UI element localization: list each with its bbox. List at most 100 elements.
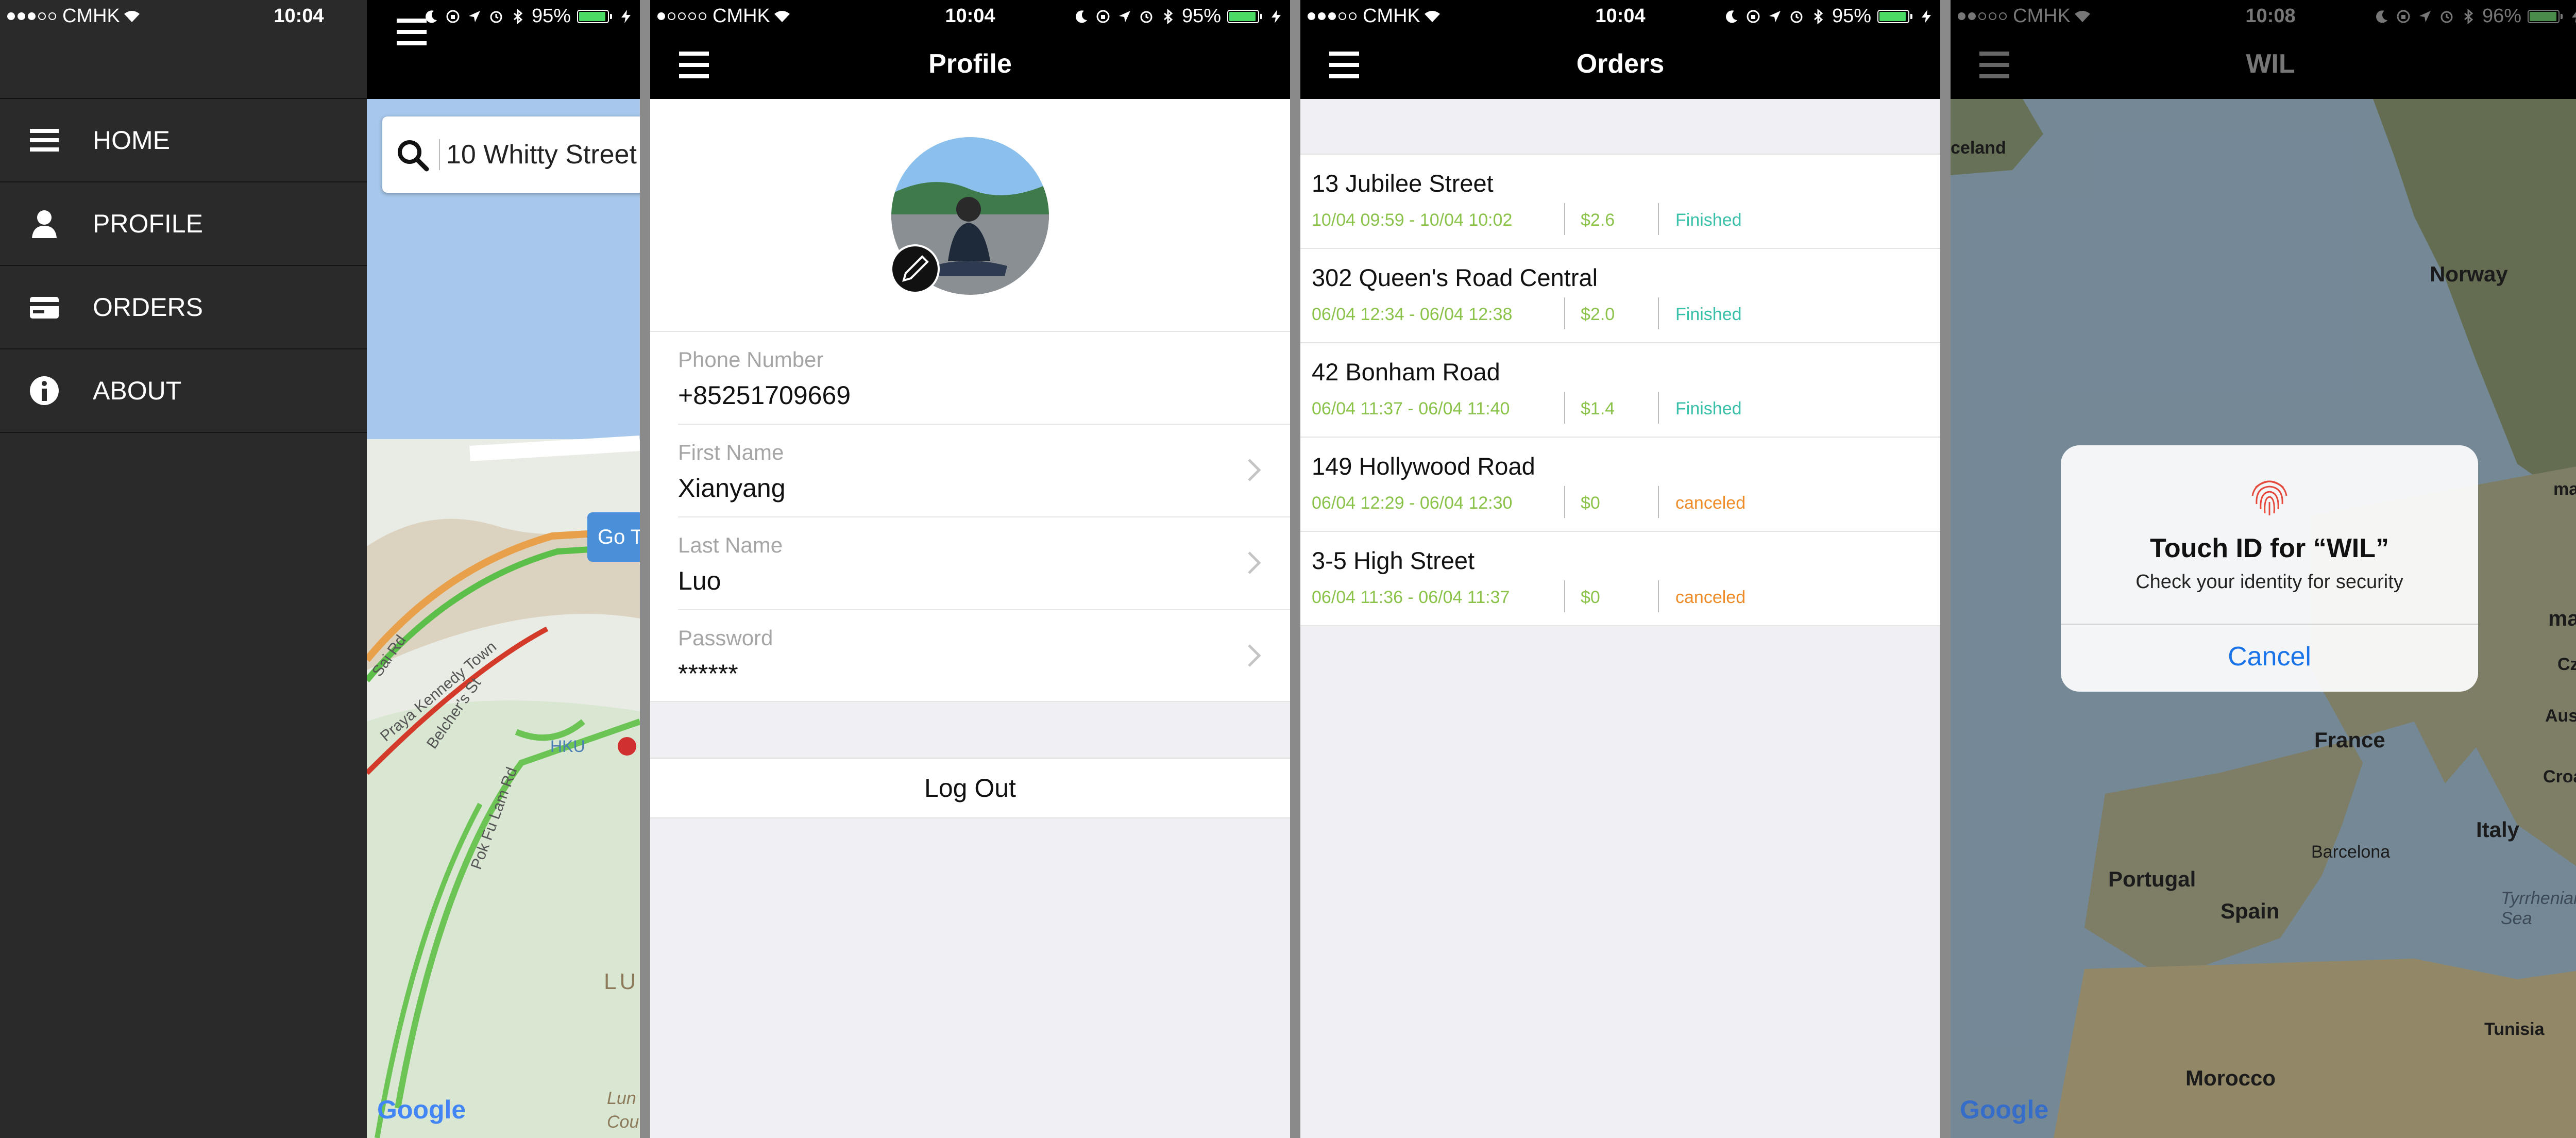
divider xyxy=(1658,297,1659,329)
field-label: Password xyxy=(678,626,773,650)
profile-fields: Phone Number +85251709669 First Name Xia… xyxy=(650,331,1290,702)
home-map[interactable]: 10 Whitty Street Go T HKU Pok Fu Lam Rd … xyxy=(364,0,640,1138)
order-status: Finished xyxy=(1675,399,1742,419)
alarm-icon xyxy=(490,11,502,23)
card-icon xyxy=(30,297,59,319)
menu-item-profile[interactable]: PROFILE xyxy=(0,182,367,266)
orders-list: 13 Jubilee Street 10/04 09:59 - 10/04 10:… xyxy=(1300,154,1940,626)
edit-avatar-button[interactable] xyxy=(890,244,940,294)
moon-icon xyxy=(1075,10,1087,23)
go-button[interactable]: Go T xyxy=(587,512,640,562)
order-address: 3-5 High Street xyxy=(1312,547,1475,574)
page-title: WIL xyxy=(2246,49,2295,79)
menu-item-about[interactable]: ABOUT xyxy=(0,349,367,433)
battery-icon xyxy=(1877,9,1912,23)
charging-icon xyxy=(1272,9,1281,23)
field-first-name[interactable]: First Name Xianyang xyxy=(678,425,1290,517)
order-row[interactable]: 3-5 High Street 06/04 11:36 - 06/04 11:37… xyxy=(1300,532,1940,626)
order-row[interactable]: 42 Bonham Road 06/04 11:37 - 06/04 11:40 $… xyxy=(1300,343,1940,438)
signal-icon xyxy=(7,12,56,20)
divider xyxy=(1564,580,1565,612)
field-last-name[interactable]: Last Name Luo xyxy=(678,517,1290,610)
status-right: 95% xyxy=(1074,5,1284,27)
status-bar: CMHK 10:04 95% xyxy=(1300,0,1940,33)
menu-label-orders: ORDERS xyxy=(93,293,203,322)
order-price: $0 xyxy=(1581,588,1600,607)
hamburger-icon xyxy=(30,129,59,152)
status-bar: CMHK 10:04 95% xyxy=(0,0,640,33)
charging-icon xyxy=(1922,9,1931,23)
order-status: Finished xyxy=(1675,305,1742,324)
screen-profile: CMHK 10:04 95% Profile Phone Number +852… xyxy=(650,0,1290,1138)
order-address: 149 Hollywood Road xyxy=(1312,453,1535,480)
password-value: ****** xyxy=(678,659,738,688)
phone-value: +85251709669 xyxy=(678,381,851,410)
touchid-dialog: Touch ID for “WIL” Check your identity f… xyxy=(2061,445,2478,692)
rotation-lock-icon xyxy=(1747,10,1760,23)
first-name-value: Xianyang xyxy=(678,474,786,503)
rotation-lock-icon xyxy=(2397,10,2410,23)
battery-percent: 95% xyxy=(1832,5,1871,27)
order-row[interactable]: 13 Jubilee Street 10/04 09:59 - 10/04 10:… xyxy=(1300,155,1940,249)
divider xyxy=(1564,203,1565,235)
rotation-lock-icon xyxy=(1096,10,1110,23)
search-input[interactable]: 10 Whitty Street xyxy=(446,139,637,170)
order-time: 10/04 09:59 - 10/04 10:02 xyxy=(1312,210,1513,230)
pencil-icon xyxy=(902,255,929,282)
location-icon xyxy=(2419,10,2431,22)
dialog-title: Touch ID for “WIL” xyxy=(2149,533,2389,563)
charging-icon xyxy=(621,9,631,23)
divider xyxy=(1658,486,1659,518)
order-time: 06/04 12:34 - 06/04 12:38 xyxy=(1312,305,1513,324)
battery-percent: 95% xyxy=(531,5,571,27)
field-phone: Phone Number +85251709669 xyxy=(678,332,1290,425)
rotation-lock-icon xyxy=(446,10,460,23)
menu-label-home: HOME xyxy=(93,126,170,155)
nav-drawer: HOME PROFILE ORDERS ABOUT xyxy=(0,0,367,1138)
divider xyxy=(1658,203,1659,235)
bluetooth-icon xyxy=(1814,8,1823,24)
drawer-header xyxy=(0,33,367,99)
bluetooth-icon xyxy=(2464,8,2473,24)
charging-icon xyxy=(2572,11,2576,23)
chevron-right-icon xyxy=(1248,644,1261,667)
nav-bar: Profile xyxy=(650,33,1290,99)
status-bar: CMHK 10:08 96% xyxy=(1951,0,2576,33)
logout-button[interactable]: Log Out xyxy=(650,758,1290,818)
moon-icon xyxy=(425,10,437,23)
battery-percent: 96% xyxy=(2482,5,2521,27)
menu-item-orders[interactable]: ORDERS xyxy=(0,266,367,349)
composite-screenshot: 10 Whitty Street Go T HKU Pok Fu Lam Rd … xyxy=(0,0,2576,1138)
last-name-value: Luo xyxy=(678,566,721,595)
status-right: 95% xyxy=(1724,5,1934,27)
google-logo: Google xyxy=(377,1095,466,1124)
field-password[interactable]: Password ****** xyxy=(678,610,1290,703)
menu-item-home[interactable]: HOME xyxy=(0,99,367,182)
order-row[interactable]: 149 Hollywood Road 06/04 12:29 - 06/04 12… xyxy=(1300,438,1940,532)
field-label: Last Name xyxy=(678,533,783,557)
page-title: Orders xyxy=(1576,49,1665,79)
order-time: 06/04 12:29 - 06/04 12:30 xyxy=(1312,493,1513,513)
nav-bar: Orders xyxy=(1300,33,1940,99)
fingerprint-icon xyxy=(2251,480,2287,515)
order-price: $1.4 xyxy=(1581,399,1615,419)
order-time: 06/04 11:37 - 06/04 11:40 xyxy=(1312,399,1510,419)
chevron-right-icon xyxy=(1248,551,1261,574)
order-address: 42 Bonham Road xyxy=(1312,358,1500,386)
order-row[interactable]: 302 Queen's Road Central 06/04 12:34 - 06… xyxy=(1300,249,1940,343)
order-status: canceled xyxy=(1675,493,1746,513)
map-label-cou: Cou xyxy=(607,1112,639,1132)
battery-icon xyxy=(2528,9,2563,23)
location-icon xyxy=(1769,10,1781,22)
status-time: 10:04 xyxy=(274,5,324,27)
order-address: 302 Queen's Road Central xyxy=(1312,264,1598,291)
search-box[interactable]: 10 Whitty Street xyxy=(382,116,640,193)
dialog-subtitle: Check your identity for security xyxy=(2136,571,2403,593)
info-icon xyxy=(30,376,59,405)
cancel-button[interactable]: Cancel xyxy=(2061,641,2478,672)
status-right: 96% xyxy=(2374,5,2576,27)
order-time: 06/04 11:36 - 06/04 11:37 xyxy=(1312,588,1510,607)
screen-drawer: 10 Whitty Street Go T HKU Pok Fu Lam Rd … xyxy=(0,0,640,1138)
chevron-right-icon xyxy=(1248,459,1261,481)
divider xyxy=(1564,392,1565,424)
